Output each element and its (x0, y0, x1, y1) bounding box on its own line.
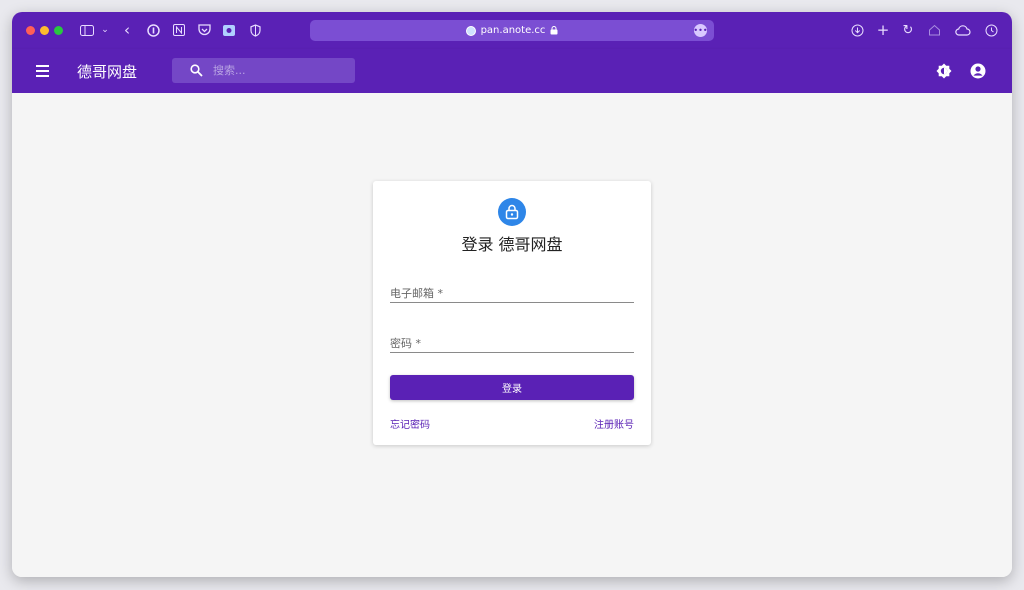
account-icon[interactable] (970, 63, 986, 79)
lock-open-icon (505, 204, 519, 220)
password-field[interactable]: 密码 * (390, 331, 634, 353)
extension-icon[interactable] (220, 21, 238, 39)
menu-icon[interactable] (36, 62, 54, 80)
sidebar-toggle-icon[interactable] (78, 21, 96, 39)
login-title: 登录 德哥网盘 (461, 235, 563, 254)
browser-titlebar: ⌄ ‹ pan.anote.cc ••• + ↻ (12, 12, 1012, 49)
browser-window: ⌄ ‹ pan.anote.cc ••• + ↻ 德哥网盘 搜索... 登录 德… (12, 12, 1012, 577)
home-icon[interactable] (925, 21, 943, 39)
chevron-down-icon[interactable]: ⌄ (96, 21, 114, 39)
history-icon[interactable] (982, 21, 1000, 39)
search-box[interactable] (172, 58, 355, 83)
search-icon (190, 64, 203, 77)
site-favicon-icon (465, 25, 476, 36)
theme-toggle-icon[interactable] (936, 63, 952, 79)
shield-icon[interactable] (246, 21, 264, 39)
download-icon[interactable] (848, 21, 866, 39)
password-label: 密码 * (390, 337, 421, 350)
lock-avatar (498, 198, 526, 226)
email-field[interactable]: 电子邮箱 * (390, 281, 634, 303)
forgot-password-link[interactable]: 忘记密码 (390, 416, 430, 431)
close-window-button[interactable] (26, 26, 35, 35)
search-input[interactable] (211, 63, 341, 78)
new-tab-icon[interactable]: + (874, 21, 892, 39)
email-label: 电子邮箱 * (390, 287, 443, 300)
password-manager-icon[interactable] (144, 21, 162, 39)
lock-icon (550, 26, 558, 35)
reload-icon[interactable]: ↻ (899, 21, 917, 39)
login-button[interactable]: 登录 (390, 375, 634, 400)
page-menu-icon[interactable]: ••• (693, 24, 708, 37)
app-header: 德哥网盘 (12, 49, 1012, 93)
login-card: 登录 德哥网盘 电子邮箱 * 密码 * 登录 忘记密码 注册账号 (373, 181, 651, 445)
url-text: pan.anote.cc (480, 25, 546, 36)
register-link[interactable]: 注册账号 (594, 416, 634, 431)
page-content: 登录 德哥网盘 电子邮箱 * 密码 * 登录 忘记密码 注册账号 (12, 93, 1012, 577)
cloud-icon[interactable] (954, 21, 972, 39)
app-title: 德哥网盘 (77, 63, 138, 81)
address-bar[interactable]: pan.anote.cc ••• (310, 20, 714, 41)
back-icon[interactable]: ‹ (118, 21, 136, 39)
minimize-window-button[interactable] (40, 26, 49, 35)
notion-icon[interactable] (170, 21, 188, 39)
zoom-window-button[interactable] (54, 26, 63, 35)
pocket-icon[interactable] (195, 21, 213, 39)
